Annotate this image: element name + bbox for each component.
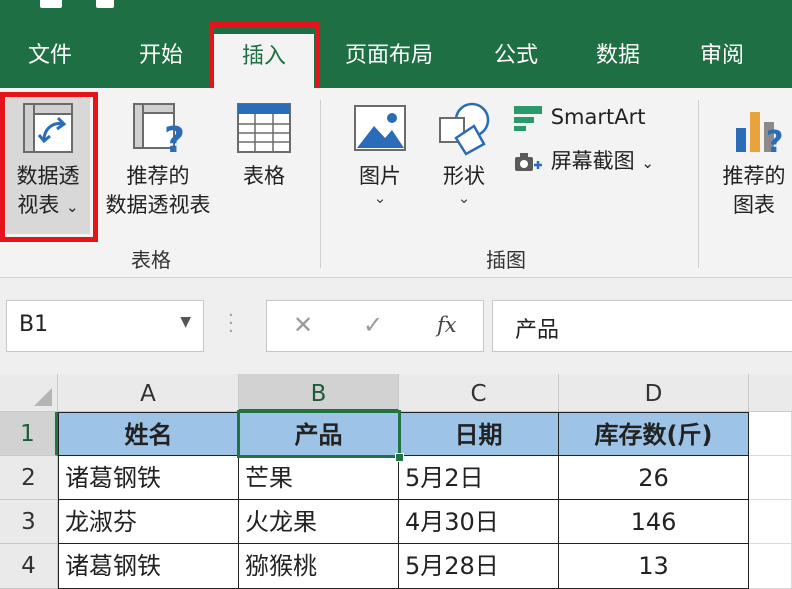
chevron-down-icon[interactable]: ⌄ xyxy=(66,198,79,216)
ribbon-tab-row: 文件 开始 插入 页面布局 公式 数据 审阅 xyxy=(0,28,792,88)
pictures-button[interactable]: 图片 ⌄ xyxy=(344,100,416,206)
tab-home[interactable]: 开始 xyxy=(116,28,206,88)
chevron-down-icon[interactable]: ⌄ xyxy=(426,191,502,206)
cell-a4[interactable]: 诸葛钢铁 xyxy=(58,544,239,589)
recommended-pivot-icon: ? xyxy=(133,103,185,156)
tab-data[interactable]: 数据 xyxy=(576,28,660,88)
column-header-c[interactable]: C xyxy=(399,374,559,412)
cell-b4[interactable]: 猕猴桃 xyxy=(239,544,399,589)
pictures-label: 图片 xyxy=(359,164,401,188)
cell-d1[interactable]: 库存数(斤) xyxy=(559,412,749,456)
recommended-pivot-label-1: 推荐的 xyxy=(126,164,190,188)
recommended-pivot-label-2: 数据透视表 xyxy=(105,193,211,217)
select-all-icon xyxy=(34,388,52,406)
row-header-4[interactable]: 4 xyxy=(0,544,58,589)
cell-a1[interactable]: 姓名 xyxy=(58,412,239,456)
save-icon[interactable] xyxy=(40,0,62,8)
chevron-down-icon[interactable]: ▼ xyxy=(180,314,191,330)
cell-a3[interactable]: 龙淑芬 xyxy=(58,500,239,544)
cell-c2[interactable]: 5月2日 xyxy=(399,456,559,500)
column-header-b[interactable]: B xyxy=(239,374,399,412)
recommended-pivot-button[interactable]: ? 推荐的 数据透视表 xyxy=(96,100,220,220)
row-header-3[interactable]: 3 xyxy=(0,500,58,544)
shapes-icon xyxy=(439,102,490,156)
recommended-charts-label-2: 图表 xyxy=(733,193,775,217)
group-separator xyxy=(698,100,699,268)
row-header-2[interactable]: 2 xyxy=(0,456,58,500)
more-options-icon[interactable]: · · · xyxy=(228,307,234,341)
title-bar xyxy=(0,0,792,28)
column-header-a[interactable]: A xyxy=(58,374,239,412)
column-header-e[interactable] xyxy=(749,374,792,412)
row-header-1[interactable]: 1 xyxy=(0,412,58,456)
chevron-down-icon[interactable]: ⌄ xyxy=(344,191,416,206)
pivot-table-icon xyxy=(23,103,73,153)
formula-bar: B1 ▼ · · · ✕ ✓ fx 产品 xyxy=(0,278,792,374)
ribbon-insert: 数据透 视表 ⌄ ? 推荐的 数据透视表 表格 表格 图片 ⌄ 形状 ⌄ Sma… xyxy=(0,88,792,278)
table-button[interactable]: 表格 xyxy=(226,100,302,191)
undo-icon[interactable] xyxy=(96,0,114,8)
cell-b3[interactable]: 火龙果 xyxy=(239,500,399,544)
recommended-charts-label-1: 推荐的 xyxy=(722,164,786,188)
cell-e2[interactable] xyxy=(749,456,792,500)
group-label-illustrations: 插图 xyxy=(486,248,526,272)
smartart-label: SmartArt xyxy=(550,105,646,129)
smartart-icon xyxy=(514,106,542,131)
screenshot-label: 屏幕截图 xyxy=(550,149,635,173)
cell-d3[interactable]: 146 xyxy=(559,500,749,544)
worksheet-grid: A B C D 1 2 3 4 姓名 产品 日期 库存数(斤) 诸葛钢铁 芒果 … xyxy=(0,374,792,589)
group-label-tables: 表格 xyxy=(131,248,171,272)
cell-c3[interactable]: 4月30日 xyxy=(399,500,559,544)
cell-e4[interactable] xyxy=(749,544,792,589)
shapes-label: 形状 xyxy=(443,164,485,188)
cell-c1[interactable]: 日期 xyxy=(399,412,559,456)
cell-d2[interactable]: 26 xyxy=(559,456,749,500)
recommended-charts-button[interactable]: ? 推荐的 图表 xyxy=(716,100,792,220)
chevron-down-icon[interactable]: ⌄ xyxy=(641,154,654,172)
cell-e1[interactable] xyxy=(749,412,792,456)
tab-review[interactable]: 审阅 xyxy=(680,28,764,88)
tab-page-layout[interactable]: 页面布局 xyxy=(328,28,450,88)
select-all-corner[interactable] xyxy=(0,374,58,412)
formula-controls: ✕ ✓ fx xyxy=(266,300,484,352)
name-box[interactable]: B1 ▼ xyxy=(6,300,204,352)
column-header-d[interactable]: D xyxy=(559,374,749,412)
cell-e3[interactable] xyxy=(749,500,792,544)
tab-formulas[interactable]: 公式 xyxy=(474,28,558,88)
cell-c4[interactable]: 5月28日 xyxy=(399,544,559,589)
tab-insert[interactable]: 插入 xyxy=(214,34,314,88)
table-label: 表格 xyxy=(243,164,285,188)
pivot-table-button[interactable]: 数据透 视表 ⌄ xyxy=(4,100,92,222)
table-icon xyxy=(237,103,291,153)
cell-a2[interactable]: 诸葛钢铁 xyxy=(58,456,239,500)
fill-handle[interactable] xyxy=(395,453,404,462)
group-separator xyxy=(320,100,321,268)
enter-icon[interactable]: ✓ xyxy=(363,311,383,339)
recommended-chart-icon: ? xyxy=(736,112,783,156)
picture-icon xyxy=(354,105,406,151)
name-box-value: B1 xyxy=(19,312,49,337)
screenshot-icon xyxy=(515,153,542,171)
shapes-button[interactable]: 形状 ⌄ xyxy=(426,100,502,206)
cell-d4[interactable]: 13 xyxy=(559,544,749,589)
svg-text:?: ? xyxy=(164,120,185,156)
pivot-table-label-2: 视表 ⌄ xyxy=(17,193,79,217)
tab-file[interactable]: 文件 xyxy=(6,28,94,88)
screenshot-button[interactable]: 屏幕截图 ⌄ xyxy=(512,146,654,178)
cancel-icon[interactable]: ✕ xyxy=(293,311,313,339)
pivot-table-label-1: 数据透 xyxy=(16,164,80,188)
insert-function-icon[interactable]: fx xyxy=(437,313,457,337)
cell-b2[interactable]: 芒果 xyxy=(239,456,399,500)
svg-text:?: ? xyxy=(766,125,783,156)
formula-value: 产品 xyxy=(515,318,560,343)
formula-input[interactable]: 产品 xyxy=(492,300,792,352)
smartart-button[interactable]: SmartArt xyxy=(512,102,645,132)
cell-b1[interactable]: 产品 xyxy=(239,412,399,456)
